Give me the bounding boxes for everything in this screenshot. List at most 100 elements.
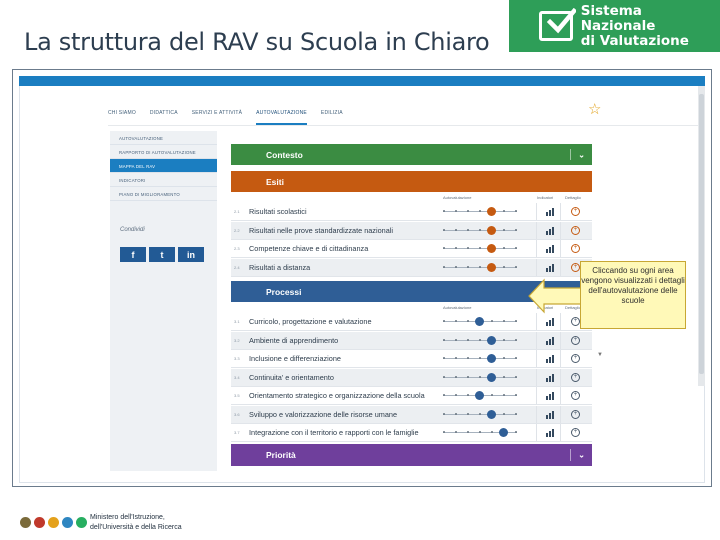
detail-icon[interactable]: + [571,428,580,437]
row-code: 3.4 [234,374,240,380]
detail-icon[interactable]: + [571,262,580,272]
bar-chart-icon[interactable] [546,355,554,363]
indicators-cell[interactable] [536,368,561,386]
row-label[interactable]: Integrazione con il territorio e rapport… [249,428,419,437]
esiti-row[interactable]: 2.1 Risultati scolastici + [231,203,592,221]
bar-chart-icon[interactable] [546,429,554,437]
esiti-row[interactable]: 2.2 Risultati nelle prove standardizzate … [231,221,592,240]
row-code: 3.6 [234,411,240,417]
rating-scale [443,207,517,216]
bar-chart-icon[interactable] [546,318,554,326]
footer-line1: Ministero dell'Istruzione, [90,514,165,521]
footer-line2: dell'Università e della Ricerca [90,524,182,531]
processi-row[interactable]: 3.6 Sviluppo e valorizzazione delle risor… [231,405,592,424]
indicators-cell[interactable] [536,331,561,349]
indicators-cell[interactable] [536,221,561,239]
nav-didattica[interactable]: DIDATTICA [150,110,178,116]
section-processi-label: Processi [266,286,302,297]
indicators-cell[interactable] [536,203,561,220]
bar-chart-icon[interactable] [546,336,554,345]
row-label[interactable]: Sviluppo e valorizzazione delle risorse … [249,410,397,419]
sidebar-item-autovalutazione[interactable]: AUTOVALUTAZIONE [110,131,217,145]
scale-tick [491,394,493,396]
section-contesto[interactable]: Contesto ⌄ [231,144,592,165]
scale-tick [467,394,469,396]
nav-chi-siamo[interactable]: CHI SIAMO [108,110,136,116]
vertical-scrollbar[interactable] [698,86,705,386]
indicators-cell[interactable] [536,240,561,257]
bar-chart-icon[interactable] [546,208,554,216]
indicators-cell[interactable] [536,405,561,423]
row-label[interactable]: Curricolo, progettazione e valutazione [249,317,372,326]
row-label[interactable]: Ambiente di apprendimento [249,336,338,345]
sidebar-item-rapporto[interactable]: RAPPORTO DI AUTOVALUTAZIONE [110,145,217,159]
bar-chart-icon[interactable] [546,245,554,253]
rating-marker [475,317,484,326]
share-label: Condividi [120,227,145,233]
scrollbar-thumb[interactable] [699,94,704,374]
nav-autovalutazione[interactable]: AUTOVALUTAZIONE [256,110,307,125]
processi-row[interactable]: 3.5 Orientamento strategico e organizzazi… [231,387,592,405]
scale-tick [467,338,469,341]
processi-row[interactable]: 3.7 Integrazione con il territorio e rapp… [231,424,592,442]
twitter-icon[interactable]: t [149,247,175,262]
esiti-row[interactable]: 2.3 Competenze chiave e di cittadinanza + [231,240,592,258]
scale-tick [443,265,445,268]
facebook-icon[interactable]: f [120,247,146,262]
slide-title: La struttura del RAV su Scuola in Chiaro [24,28,490,56]
scale-tick [467,412,469,415]
row-code: 2.1 [234,209,240,214]
row-label[interactable]: Risultati nelle prove standardizzate naz… [249,226,393,235]
chevron-down-icon[interactable]: ⌄ [578,451,585,460]
scale-tick [515,320,517,322]
detail-icon[interactable]: + [571,225,580,235]
detail-icon[interactable]: + [571,391,580,400]
scroll-down-icon[interactable]: ▼ [597,352,603,358]
rating-scale [443,428,517,437]
scale-tick [479,412,481,415]
esiti-row[interactable]: 2.4 Risultati a distanza + [231,258,592,277]
sidebar-item-indicatori[interactable]: INDICATORI [110,173,217,187]
nav-servizi[interactable]: SERVIZI E ATTIVITÀ [192,110,242,116]
processi-row[interactable]: 3.2 Ambiente di apprendimento + [231,331,592,350]
scale-tick [515,247,517,249]
bar-chart-icon[interactable] [546,392,554,400]
bar-chart-icon[interactable] [546,226,554,235]
row-label[interactable]: Competenze chiave e di cittadinanza [249,244,368,253]
row-code: 2.2 [234,227,240,233]
section-priorita[interactable]: Priorità ⌄ [231,444,592,466]
row-label[interactable]: Risultati a distanza [249,263,310,272]
detail-icon[interactable]: + [571,207,580,216]
linkedin-icon[interactable]: in [178,247,204,262]
scale-tick [443,431,445,433]
detail-icon[interactable]: + [571,409,580,419]
sidebar-item-piano[interactable]: PIANO DI MIGLIORAMENTO [110,187,217,201]
detail-icon[interactable]: + [571,335,580,345]
row-label[interactable]: Inclusione e differenziazione [249,354,341,363]
rating-marker [487,207,496,216]
detail-icon[interactable]: + [571,317,580,326]
chevron-down-icon[interactable]: ⌄ [578,150,585,159]
row-label[interactable]: Continuita' e orientamento [249,373,334,382]
row-label[interactable]: Orientamento strategico e organizzazione… [249,391,425,400]
detail-icon[interactable]: + [571,372,580,382]
indicators-cell[interactable] [536,387,561,404]
indicators-cell[interactable] [536,350,561,367]
bar-chart-icon[interactable] [546,410,554,419]
indicators-cell[interactable] [536,424,561,441]
row-label[interactable]: Risultati scolastici [249,207,307,216]
section-esiti[interactable]: Esiti [231,171,592,192]
bar-chart-icon[interactable] [546,373,554,382]
processi-row[interactable]: 3.1 Curricolo, progettazione e valutazion… [231,313,592,331]
indicators-cell[interactable] [536,313,561,330]
detail-icon[interactable]: + [571,354,580,363]
detail-icon[interactable]: + [571,244,580,253]
indicators-cell[interactable] [536,258,561,276]
processi-row[interactable]: 3.4 Continuita' e orientamento + [231,368,592,387]
favorite-star-icon[interactable]: ☆ [588,100,601,118]
processi-row[interactable]: 3.3 Inclusione e differenziazione + [231,350,592,368]
nav-edilizia[interactable]: EDILIZIA [321,110,343,116]
bar-chart-icon[interactable] [546,263,554,272]
scale-tick [479,338,481,341]
sidebar-item-mappa[interactable]: MAPPA DEL RAV [110,159,217,173]
